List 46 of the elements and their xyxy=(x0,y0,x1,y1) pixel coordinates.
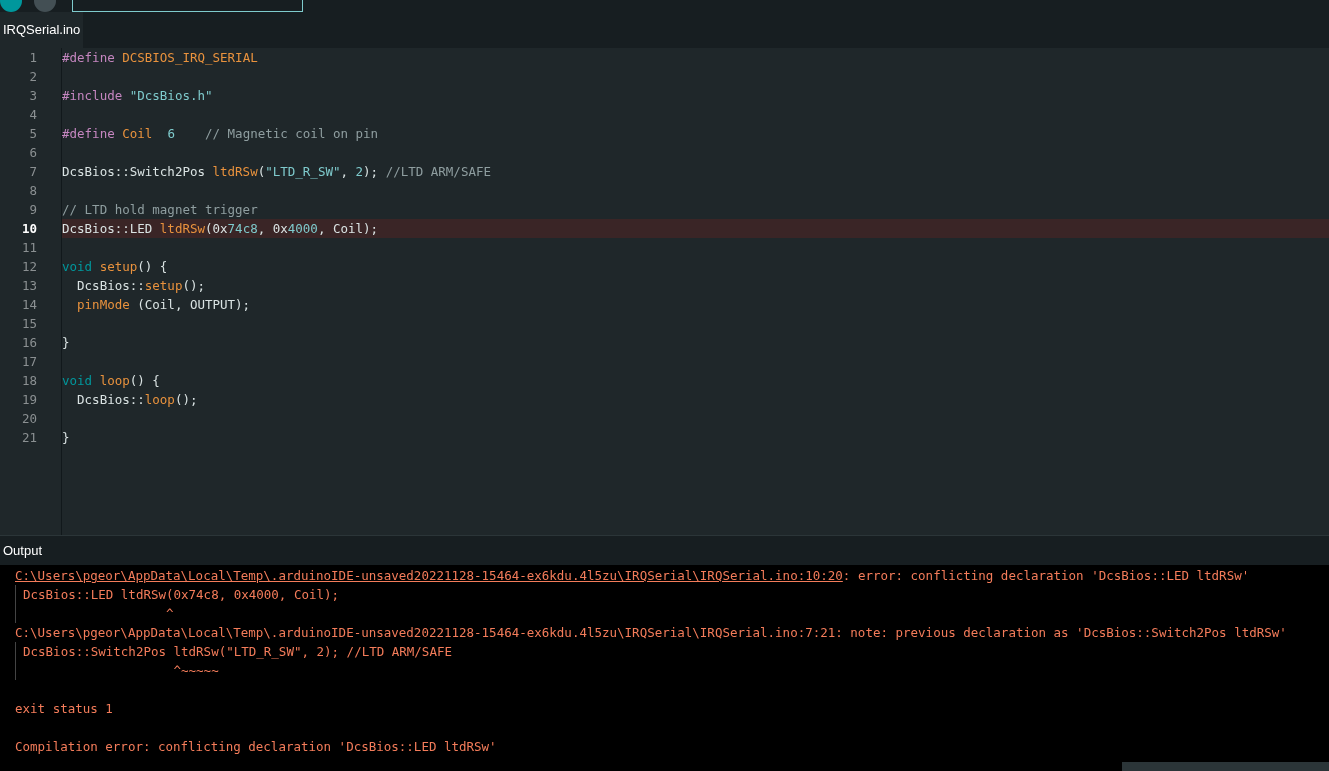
line-number: 1 xyxy=(28,49,37,67)
console-line: ^ xyxy=(165,606,174,621)
line-number: 19 xyxy=(20,391,37,409)
code-line: DcsBios::loop(); xyxy=(76,392,198,407)
line-number: 11 xyxy=(20,239,37,257)
line-number: 9 xyxy=(28,201,37,219)
line-number: 4 xyxy=(28,106,37,124)
code-line: void loop() { xyxy=(62,373,160,388)
code-line: void setup() { xyxy=(62,259,168,274)
line-number: 3 xyxy=(28,87,37,105)
console-line: ^~~~~~ xyxy=(172,663,219,678)
code-line: #include "DcsBios.h" xyxy=(62,88,213,103)
line-number: 13 xyxy=(20,277,37,295)
line-number: 21 xyxy=(20,429,37,447)
line-number: 12 xyxy=(20,258,37,276)
line-number: 20 xyxy=(20,410,37,428)
line-number: 17 xyxy=(20,353,37,371)
board-selector[interactable] xyxy=(72,0,303,12)
line-number: 14 xyxy=(20,296,37,314)
console-line: DcsBios::LED ltdRSw(0x74c8, 0x4000, Coil); xyxy=(23,587,340,602)
output-panel-title: Output xyxy=(2,541,44,560)
code-line: #define Coil 6 // Magnetic coil on pin xyxy=(62,126,379,141)
file-location-link[interactable]: C:\Users\pgeor\AppData\Local\Temp\.arduinoIDE-unsaved20221128-15464-ex6kdu.4l5zu\IRQSerial\IRQSerial.ino:10:20 xyxy=(15,568,843,583)
line-number: 18 xyxy=(20,372,37,390)
console-line: exit status 1 xyxy=(15,701,113,716)
code-line: pinMode (Coil, OUTPUT); xyxy=(76,297,251,312)
code-line: DcsBios::setup(); xyxy=(76,278,205,293)
line-number: 6 xyxy=(28,144,37,162)
code-line: // LTD hold magnet trigger xyxy=(62,202,258,217)
code-line: } xyxy=(62,335,70,350)
line-number: 5 xyxy=(28,125,37,143)
line-number: 7 xyxy=(28,163,37,181)
code-line: DcsBios::Switch2Pos ltdRSw("LTD_R_SW", 2); //LTD ARM/SAFE xyxy=(62,164,491,179)
console-line: C:\Users\pgeor\AppData\Local\Temp\.arduinoIDE-unsaved20221128-15464-ex6kdu.4l5zu\IRQSerial\IRQSerial.ino:7:21: note: previous declaration as 'DcsBios::Switch2Pos ltdRSw' xyxy=(15,625,1287,640)
console-line: Compilation error: conflicting declaration 'DcsBios::LED ltdRSw' xyxy=(15,739,497,754)
line-number: 10 xyxy=(20,220,37,238)
line-number: 2 xyxy=(28,68,37,86)
line-number: 16 xyxy=(20,334,37,352)
code-line: DcsBios::LED ltdRSw(0x74c8, 0x4000, Coil); xyxy=(62,221,379,236)
line-number: 8 xyxy=(28,182,37,200)
console-line: DcsBios::Switch2Pos ltdRSw("LTD_R_SW", 2); //LTD ARM/SAFE xyxy=(23,644,452,659)
file-tab[interactable]: IRQSerial.ino xyxy=(0,12,84,48)
code-line: } xyxy=(62,430,70,445)
console-line: C:\Users\pgeor\AppData\Local\Temp\.arduinoIDE-unsaved20221128-15464-ex6kdu.4l5zu\IRQSerial\IRQSerial.ino:10:20: error: conflicting declaration 'DcsBios::LED ltdRSw' xyxy=(15,568,1250,583)
line-number: 15 xyxy=(20,315,37,333)
code-line: #define DCSBIOS_IRQ_SERIAL xyxy=(62,50,258,65)
